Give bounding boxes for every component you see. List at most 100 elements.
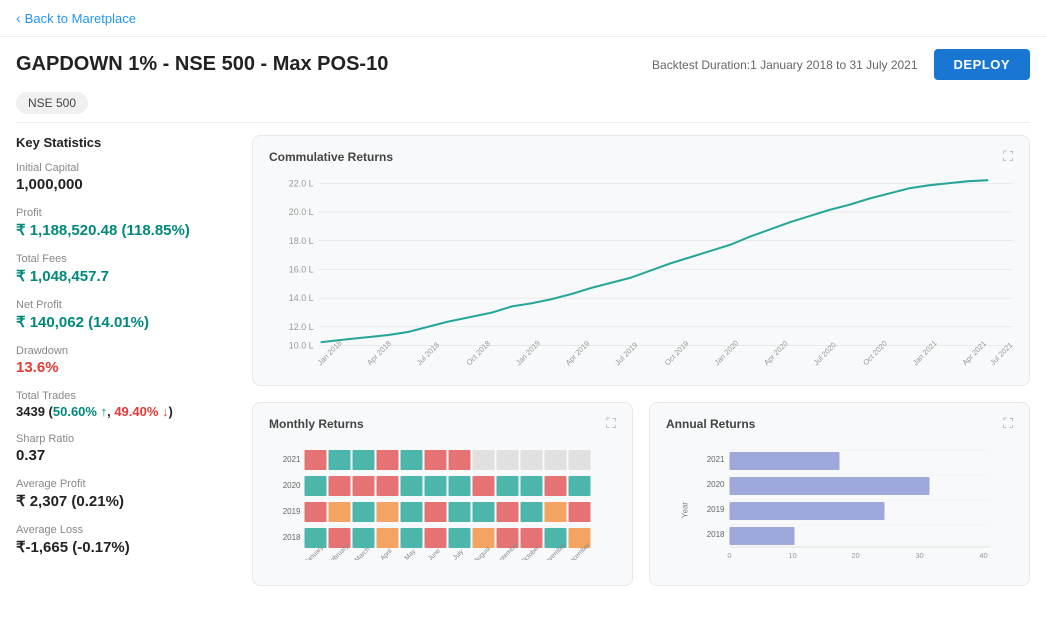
svg-text:Year: Year xyxy=(681,502,690,519)
stat-net-profit: Net Profit ₹ 140,062 (14.01%) xyxy=(16,299,236,331)
svg-text:Jan 2018: Jan 2018 xyxy=(316,338,344,367)
trades-down: 49.40% ↓ xyxy=(114,404,168,419)
stat-avg-loss: Average Loss ₹-1,665 (-0.17%) xyxy=(16,524,236,556)
stat-avg-profit: Average Profit ₹ 2,307 (0.21%) xyxy=(16,478,236,510)
annual-chart-card: Annual Returns ⛶ 2021 2020 2019 xyxy=(649,402,1030,586)
svg-text:2020: 2020 xyxy=(283,481,301,490)
annual-chart-body: 2021 2020 2019 2018 0 10 xyxy=(666,440,1013,573)
annual-expand-icon[interactable]: ⛶ xyxy=(1003,415,1013,432)
stat-value-profit: ₹ 1,188,520.48 (118.85%) xyxy=(16,221,236,239)
svg-text:40: 40 xyxy=(979,551,987,560)
monthly-heatmap: 2021 2020 2019 2018 xyxy=(269,440,616,563)
stat-value-avg-loss: ₹-1,665 (-0.17%) xyxy=(16,538,236,556)
stat-label-avg-profit: Average Profit xyxy=(16,478,236,490)
svg-text:Apr 2021: Apr 2021 xyxy=(961,339,989,367)
stat-label-avg-loss: Average Loss xyxy=(16,524,236,536)
svg-text:2020: 2020 xyxy=(707,480,725,489)
cumulative-chart-svg: 22.0 L 20.0 L 18.0 L 16.0 L 14.0 L 12.0 … xyxy=(269,173,1013,373)
stat-label-sharp-ratio: Sharp Ratio xyxy=(16,433,236,445)
stat-value-total-trades: 3439 (50.60% ↑, 49.40% ↓) xyxy=(16,404,236,419)
svg-text:Apr 2018: Apr 2018 xyxy=(365,339,393,367)
monthly-heatmap-svg: 2021 2020 2019 2018 xyxy=(269,440,616,560)
backtest-duration: Backtest Duration:1 January 2018 to 31 J… xyxy=(652,58,918,72)
top-bar: ‹ Back to Maretplace xyxy=(0,0,1046,37)
monthly-chart-title: Monthly Returns xyxy=(269,417,364,431)
stat-label-profit: Profit xyxy=(16,207,236,219)
svg-text:Jul 2020: Jul 2020 xyxy=(812,340,838,367)
sidebar: Key Statistics Initial Capital 1,000,000… xyxy=(16,135,236,586)
svg-text:Jan 2021: Jan 2021 xyxy=(911,338,939,367)
stat-value-avg-profit: ₹ 2,307 (0.21%) xyxy=(16,492,236,510)
stat-label-total-fees: Total Fees xyxy=(16,253,236,265)
svg-text:Jul 2019: Jul 2019 xyxy=(613,340,639,367)
svg-text:Apr 2020: Apr 2020 xyxy=(762,339,790,367)
stat-initial-capital: Initial Capital 1,000,000 xyxy=(16,162,236,193)
svg-text:12.0 L: 12.0 L xyxy=(289,322,314,332)
svg-text:18.0 L: 18.0 L xyxy=(289,236,314,246)
stat-drawdown: Drawdown 13.6% xyxy=(16,345,236,376)
page-title: GAPDOWN 1% - NSE 500 - Max POS-10 xyxy=(16,53,388,76)
svg-text:16.0 L: 16.0 L xyxy=(289,264,314,274)
bottom-charts: Monthly Returns ⛶ 2021 2020 2019 2018 xyxy=(252,402,1030,586)
stat-label-initial-capital: Initial Capital xyxy=(16,162,236,174)
back-link[interactable]: ‹ Back to Maretplace xyxy=(16,10,136,26)
stat-value-sharp-ratio: 0.37 xyxy=(16,447,236,464)
key-statistics-title: Key Statistics xyxy=(16,135,236,150)
svg-text:2019: 2019 xyxy=(707,505,725,514)
cumulative-chart-card: Commulative Returns ⛶ 22.0 L 20.0 L 18.0 xyxy=(252,135,1030,386)
back-link-label: Back to Maretplace xyxy=(25,11,136,26)
cumulative-expand-icon[interactable]: ⛶ xyxy=(1003,148,1013,165)
back-arrow-icon: ‹ xyxy=(16,10,21,26)
svg-text:2018: 2018 xyxy=(707,530,725,539)
svg-text:July: July xyxy=(452,548,466,560)
svg-text:Jul 2018: Jul 2018 xyxy=(415,340,441,367)
nse-tag[interactable]: NSE 500 xyxy=(16,92,88,114)
stat-total-trades: Total Trades 3439 (50.60% ↑, 49.40% ↓) xyxy=(16,390,236,419)
tag-row: NSE 500 xyxy=(0,88,1046,122)
stat-value-total-fees: ₹ 1,048,457.7 xyxy=(16,267,236,285)
stat-label-drawdown: Drawdown xyxy=(16,345,236,357)
svg-text:Jul 2021: Jul 2021 xyxy=(988,340,1013,367)
svg-text:2021: 2021 xyxy=(707,455,725,464)
trades-count: 3439 ( xyxy=(16,404,53,419)
svg-text:2018: 2018 xyxy=(283,533,301,542)
svg-text:2021: 2021 xyxy=(283,455,301,464)
stat-label-net-profit: Net Profit xyxy=(16,299,236,311)
svg-text:30: 30 xyxy=(915,551,923,560)
svg-text:2019: 2019 xyxy=(283,507,301,516)
cumulative-chart-body: 22.0 L 20.0 L 18.0 L 16.0 L 14.0 L 12.0 … xyxy=(269,173,1013,373)
svg-text:Oct 2018: Oct 2018 xyxy=(465,339,493,367)
cumulative-chart-header: Commulative Returns ⛶ xyxy=(269,148,1013,165)
svg-text:20.0 L: 20.0 L xyxy=(289,207,314,217)
cumulative-chart-title: Commulative Returns xyxy=(269,150,393,164)
monthly-chart-card: Monthly Returns ⛶ 2021 2020 2019 2018 xyxy=(252,402,633,586)
stat-sharp-ratio: Sharp Ratio 0.37 xyxy=(16,433,236,464)
svg-text:Jan 2020: Jan 2020 xyxy=(713,338,741,367)
page-header: GAPDOWN 1% - NSE 500 - Max POS-10 Backte… xyxy=(0,37,1046,88)
annual-chart-svg: 2021 2020 2019 2018 0 10 xyxy=(666,440,1013,570)
annual-chart-header: Annual Returns ⛶ xyxy=(666,415,1013,432)
svg-text:10.0 L: 10.0 L xyxy=(289,340,314,350)
trades-up: 50.60% ↑ xyxy=(53,404,107,419)
svg-text:June: June xyxy=(427,547,442,560)
svg-text:0: 0 xyxy=(727,551,731,560)
svg-text:Oct 2019: Oct 2019 xyxy=(663,339,691,367)
svg-text:14.0 L: 14.0 L xyxy=(289,293,314,303)
svg-text:Oct 2020: Oct 2020 xyxy=(861,339,889,367)
main-layout: Key Statistics Initial Capital 1,000,000… xyxy=(0,123,1046,598)
svg-text:22.0 L: 22.0 L xyxy=(289,178,314,188)
stat-value-net-profit: ₹ 140,062 (14.01%) xyxy=(16,313,236,331)
stat-value-initial-capital: 1,000,000 xyxy=(16,176,236,193)
stat-value-drawdown: 13.6% xyxy=(16,359,236,376)
monthly-expand-icon[interactable]: ⛶ xyxy=(606,415,616,432)
trades-close: ) xyxy=(169,404,173,419)
svg-text:April: April xyxy=(379,547,394,560)
deploy-button[interactable]: DEPLOY xyxy=(934,49,1030,80)
svg-text:Apr 2019: Apr 2019 xyxy=(564,339,592,367)
content-area: Commulative Returns ⛶ 22.0 L 20.0 L 18.0 xyxy=(252,135,1030,586)
monthly-chart-header: Monthly Returns ⛶ xyxy=(269,415,616,432)
stat-label-total-trades: Total Trades xyxy=(16,390,236,402)
stat-total-fees: Total Fees ₹ 1,048,457.7 xyxy=(16,253,236,285)
stat-profit: Profit ₹ 1,188,520.48 (118.85%) xyxy=(16,207,236,239)
svg-text:May: May xyxy=(404,548,418,560)
